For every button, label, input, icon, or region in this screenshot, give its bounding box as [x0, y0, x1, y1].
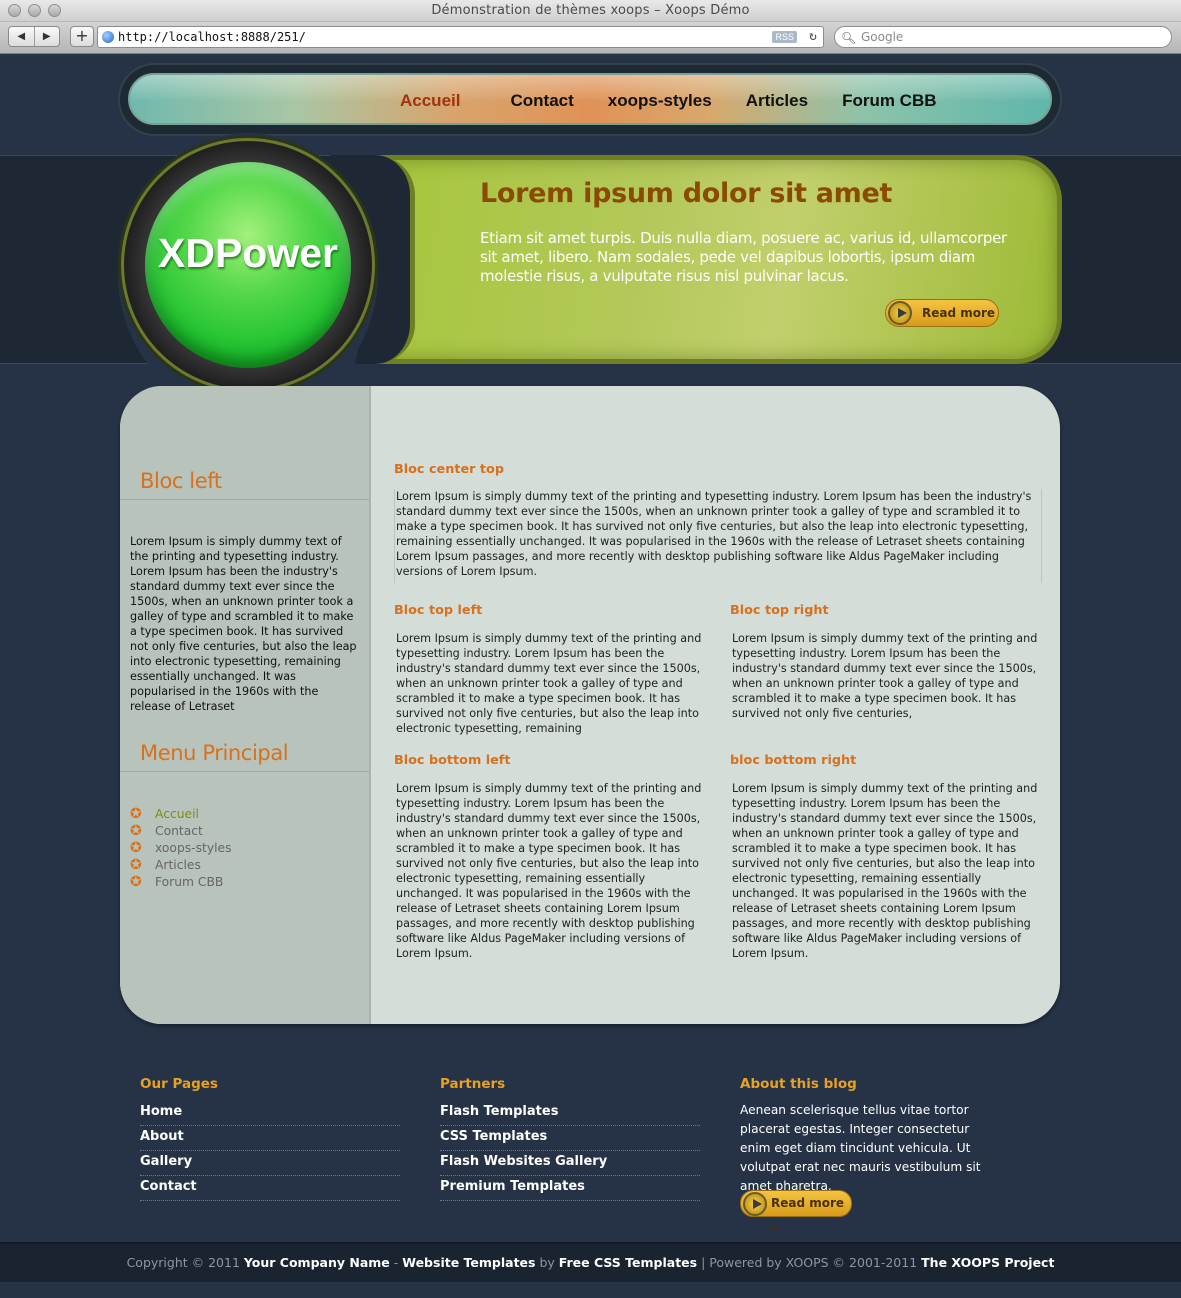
- nav-item-accueil[interactable]: Accueil: [400, 91, 460, 111]
- menu-item-accueil[interactable]: ✪ Accueil: [120, 805, 369, 822]
- footer-link-flash-websites-gallery[interactable]: Flash Websites Gallery: [440, 1151, 700, 1176]
- banner-read-more-button[interactable]: Read more: [885, 299, 999, 327]
- bloc-left-text: Lorem Ipsum is simply dummy text of the …: [130, 535, 357, 713]
- bloc-left: Bloc left Lorem Ipsum is simply dummy te…: [120, 469, 369, 714]
- search-icon: 🔍︎: [841, 31, 857, 45]
- reload-icon[interactable]: ↻: [809, 27, 817, 47]
- banner-read-more-label: Read more: [922, 306, 996, 320]
- bloc-top-left: Bloc top left Lorem Ipsum is simply dumm…: [394, 603, 704, 736]
- footer-link-home[interactable]: Home: [140, 1101, 400, 1126]
- footer-read-more-label: Read more »: [771, 1196, 845, 1235]
- star-bullet-icon: ✪: [130, 856, 142, 873]
- page-body: Accueil Contact xoops-styles Articles Fo…: [0, 55, 1181, 1298]
- play-icon: [888, 301, 912, 325]
- bloc-bottom-right-text: Lorem Ipsum is simply dummy text of the …: [732, 782, 1038, 960]
- bloc-bottom-right: bloc bottom right Lorem Ipsum is simply …: [730, 753, 1040, 961]
- copyright-powered: | Powered by XOOPS © 2001-2011: [697, 1255, 922, 1270]
- copyright-prefix: Copyright © 2011: [126, 1255, 240, 1270]
- history-buttons: ◀ ▶: [8, 26, 60, 47]
- play-icon: [743, 1192, 767, 1216]
- bloc-top-right: Bloc top right Lorem Ipsum is simply dum…: [730, 603, 1040, 721]
- window-titlebar: Démonstration de thèmes xoops – Xoops Dé…: [0, 0, 1181, 22]
- bloc-top-left-title: Bloc top left: [394, 603, 483, 618]
- bloc-bottom-left-title: Bloc bottom left: [394, 753, 511, 768]
- address-bar[interactable]: http://localhost:8888/251/ RSS ↻: [97, 26, 824, 48]
- menu-item-label: Forum CBB: [155, 874, 224, 889]
- menu-item-label: xoops-styles: [155, 840, 232, 855]
- copyright-by: by: [535, 1255, 559, 1270]
- copyright-dash: -: [389, 1255, 403, 1270]
- nav-item-xoops-styles[interactable]: xoops-styles: [608, 91, 712, 111]
- back-button[interactable]: ◀: [9, 27, 35, 46]
- banner-title: Lorem ipsum dolor sit amet: [480, 178, 893, 209]
- menu-item-xoops-styles[interactable]: ✪ xoops-styles: [120, 839, 369, 856]
- star-bullet-icon: ✪: [130, 873, 142, 890]
- copyright-free-css-link[interactable]: Free CSS Templates: [559, 1255, 697, 1270]
- copyright-bar: Copyright © 2011 Your Company Name - Web…: [0, 1242, 1181, 1282]
- footer-about: About this blog Aenean scelerisque tellu…: [740, 1076, 1000, 1235]
- footer-partners: Partners Flash Templates CSS Templates F…: [440, 1076, 700, 1201]
- browser-toolbar: ◀ ▶ + http://localhost:8888/251/ RSS ↻ 🔍…: [0, 22, 1181, 54]
- footer-about-title: About this blog: [740, 1076, 857, 1092]
- site-globe-icon: [102, 31, 114, 43]
- copyright-company-link[interactable]: Your Company Name: [244, 1255, 390, 1270]
- star-bullet-icon: ✪: [130, 839, 142, 856]
- footer-our-pages: Our Pages Home About Gallery Contact: [140, 1076, 400, 1201]
- bloc-left-title: Bloc left: [120, 469, 369, 500]
- bloc-bottom-right-title: bloc bottom right: [730, 753, 857, 768]
- copyright-website-templates-link[interactable]: Website Templates: [402, 1255, 535, 1270]
- copyright-xoops-project-link[interactable]: The XOOPS Project: [921, 1255, 1054, 1270]
- footer-about-text: Aenean scelerisque tellus vitae tortor p…: [740, 1103, 981, 1193]
- site-logo-text[interactable]: XDPower: [145, 230, 351, 277]
- menu-item-articles[interactable]: ✪ Articles: [120, 856, 369, 873]
- bloc-bottom-left: Bloc bottom left Lorem Ipsum is simply d…: [394, 753, 704, 961]
- menu-item-label: Contact: [155, 823, 203, 838]
- search-placeholder: Google: [861, 30, 904, 44]
- window-title: Démonstration de thèmes xoops – Xoops Dé…: [431, 3, 750, 18]
- footer-our-pages-title: Our Pages: [140, 1076, 218, 1092]
- address-url: http://localhost:8888/251/: [118, 30, 306, 44]
- hero-banner: Lorem ipsum dolor sit amet Etiam sit ame…: [330, 155, 1062, 364]
- footer-read-more-button[interactable]: Read more »: [740, 1190, 852, 1235]
- main-nav: Accueil Contact xoops-styles Articles Fo…: [128, 73, 1052, 125]
- bloc-top-right-text: Lorem Ipsum is simply dummy text of the …: [732, 632, 1038, 720]
- add-bookmark-button[interactable]: +: [70, 26, 94, 47]
- menu-item-label: Articles: [155, 857, 201, 872]
- banner-text: Etiam sit amet turpis. Duis nulla diam, …: [480, 229, 1007, 285]
- menu-item-contact[interactable]: ✪ Contact: [120, 822, 369, 839]
- nav-item-contact[interactable]: Contact: [510, 91, 573, 111]
- bloc-top-left-text: Lorem Ipsum is simply dummy text of the …: [396, 632, 702, 735]
- footer-link-css-templates[interactable]: CSS Templates: [440, 1126, 700, 1151]
- nav-frame: Accueil Contact xoops-styles Articles Fo…: [118, 63, 1062, 136]
- bloc-bottom-left-text: Lorem Ipsum is simply dummy text of the …: [396, 782, 702, 960]
- star-bullet-icon: ✪: [130, 822, 142, 839]
- bloc-top-right-title: Bloc top right: [730, 603, 829, 618]
- menu-item-label: Accueil: [155, 806, 199, 821]
- menu-item-forum-cbb[interactable]: ✪ Forum CBB: [120, 873, 369, 890]
- rss-icon[interactable]: RSS: [772, 31, 797, 43]
- forward-button[interactable]: ▶: [35, 27, 60, 46]
- left-sidebar: Bloc left Lorem Ipsum is simply dummy te…: [120, 386, 371, 1024]
- bloc-center-top-title: Bloc center top: [394, 462, 504, 477]
- bloc-center-top: Bloc center top Lorem Ipsum is simply du…: [394, 462, 1042, 583]
- footer-link-flash-templates[interactable]: Flash Templates: [440, 1101, 700, 1126]
- menu-principal-title: Menu Principal: [120, 741, 369, 772]
- menu-list: ✪ Accueil ✪ Contact ✪ xoops-styles ✪ Article…: [120, 805, 369, 890]
- star-bullet-icon: ✪: [130, 805, 142, 822]
- content-panel: Bloc left Lorem Ipsum is simply dummy te…: [120, 386, 1060, 1024]
- footer-link-premium-templates[interactable]: Premium Templates: [440, 1176, 700, 1201]
- nav-links: Accueil Contact xoops-styles Articles Fo…: [400, 75, 971, 127]
- footer-link-about[interactable]: About: [140, 1126, 400, 1151]
- footer-link-contact[interactable]: Contact: [140, 1176, 400, 1201]
- search-input[interactable]: 🔍︎ Google: [834, 26, 1172, 48]
- nav-item-articles[interactable]: Articles: [746, 91, 808, 111]
- menu-principal: Menu Principal ✪ Accueil ✪ Contact ✪ xoops-…: [120, 741, 369, 890]
- bloc-center-top-text: Lorem Ipsum is simply dummy text of the …: [394, 489, 1042, 583]
- footer-link-gallery[interactable]: Gallery: [140, 1151, 400, 1176]
- nav-item-forum-cbb[interactable]: Forum CBB: [842, 91, 936, 111]
- footer-partners-title: Partners: [440, 1076, 506, 1092]
